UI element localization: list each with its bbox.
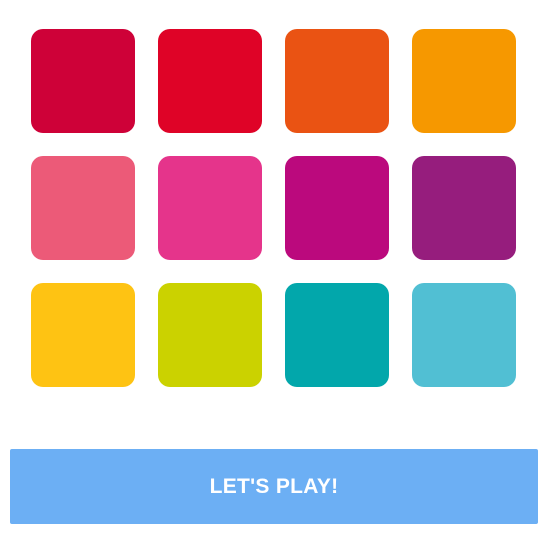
color-tile-11[interactable] <box>285 283 389 387</box>
color-tile-2[interactable] <box>158 29 262 133</box>
color-tile-6[interactable] <box>158 156 262 260</box>
color-tile-7[interactable] <box>285 156 389 260</box>
color-tile-10[interactable] <box>158 283 262 387</box>
color-tile-grid <box>31 29 516 387</box>
color-tile-5[interactable] <box>31 156 135 260</box>
color-tile-12[interactable] <box>412 283 516 387</box>
color-tile-3[interactable] <box>285 29 389 133</box>
color-tile-9[interactable] <box>31 283 135 387</box>
color-tile-4[interactable] <box>412 29 516 133</box>
color-tile-8[interactable] <box>412 156 516 260</box>
lets-play-button[interactable]: LET'S PLAY! <box>10 449 538 524</box>
color-tile-1[interactable] <box>31 29 135 133</box>
